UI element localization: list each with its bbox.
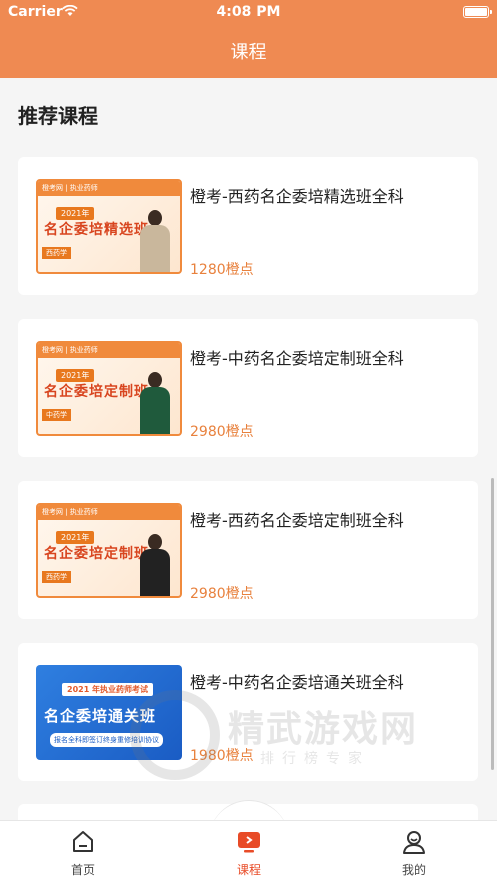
battery-icon	[463, 6, 492, 18]
thumbnail-brand: 橙考网 | 执业药师	[38, 181, 180, 196]
thumbnail-title: 名企委培通关班	[44, 707, 157, 725]
page-title: 课程	[230, 42, 267, 63]
clock: 4:08 PM	[216, 4, 281, 20]
thumbnail-brand: 橙考网 | 执业药师	[38, 343, 180, 358]
course-title: 橙考-西药名企委培定制班全科	[190, 511, 404, 530]
thumbnail-subject: 中药学	[42, 409, 71, 421]
profile-icon	[403, 831, 425, 854]
course-price: 2980橙点	[190, 424, 254, 440]
course-title: 橙考-中药名企委培通关班全科	[190, 673, 404, 692]
course-card[interactable]: 橙考网 | 执业药师 2021年 名企委培精选班 西药学 橙考-西药名企委培精选…	[18, 157, 478, 295]
thumbnail-title: 名企委培精选班	[44, 222, 149, 238]
course-title: 橙考-西药名企委培精选班全科	[190, 187, 404, 206]
thumbnail-title: 名企委培定制班	[44, 384, 149, 400]
thumbnail-title: 名企委培定制班	[44, 546, 149, 562]
course-icon	[238, 832, 260, 853]
section-title: 推荐课程	[18, 104, 98, 128]
scrollbar[interactable]	[491, 478, 494, 770]
teacher-photo	[140, 210, 170, 272]
teacher-photo	[140, 534, 170, 596]
thumbnail-subject: 西药学	[42, 571, 71, 583]
tab-profile-label: 我的	[401, 863, 426, 877]
thumbnail-brand: 橙考网 | 执业药师	[38, 505, 180, 520]
course-card[interactable]: 2021 年执业药师考试 名企委培通关班 报名全科即签订终身重修培训协议 橙考-…	[18, 643, 478, 781]
tab-profile[interactable]: 我的	[331, 821, 497, 883]
home-icon	[73, 831, 93, 852]
course-price: 2980橙点	[190, 586, 254, 602]
course-price: 1980橙点	[190, 748, 254, 764]
tab-course[interactable]: 课程	[166, 821, 332, 883]
course-thumbnail: 橙考网 | 执业药师 2021年 名企委培定制班 中药学	[36, 341, 182, 436]
course-card[interactable]: 橙考网 | 执业药师 2021年 名企委培定制班 中药学 橙考-中药名企委培定制…	[18, 319, 478, 457]
course-thumbnail: 橙考网 | 执业药师 2021年 名企委培定制班 西药学	[36, 503, 182, 598]
thumbnail-banner: 报名全科即签订终身重修培训协议	[50, 733, 163, 747]
course-price: 1280橙点	[190, 262, 254, 278]
teacher-photo	[140, 372, 170, 434]
navigation-bar: Carrier 4:08 PM 课程	[0, 0, 497, 78]
status-bar: Carrier 4:08 PM	[0, 0, 497, 26]
thumbnail-subject: 西药学	[42, 247, 71, 259]
tab-home-label: 首页	[70, 863, 95, 877]
tab-bar: 首页 课程 我的	[0, 820, 497, 883]
thumbnail-year: 2021 年执业药师考试	[62, 683, 154, 696]
course-thumbnail: 橙考网 | 执业药师 2021年 名企委培精选班 西药学	[36, 179, 182, 274]
tab-home[interactable]: 首页	[0, 821, 166, 883]
tab-course-label: 课程	[236, 863, 261, 877]
course-thumbnail: 2021 年执业药师考试 名企委培通关班 报名全科即签订终身重修培训协议	[36, 665, 182, 760]
course-title: 橙考-中药名企委培定制班全科	[190, 349, 404, 368]
course-card[interactable]: 橙考网 | 执业药师 2021年 名企委培定制班 西药学 橙考-西药名企委培定制…	[18, 481, 478, 619]
